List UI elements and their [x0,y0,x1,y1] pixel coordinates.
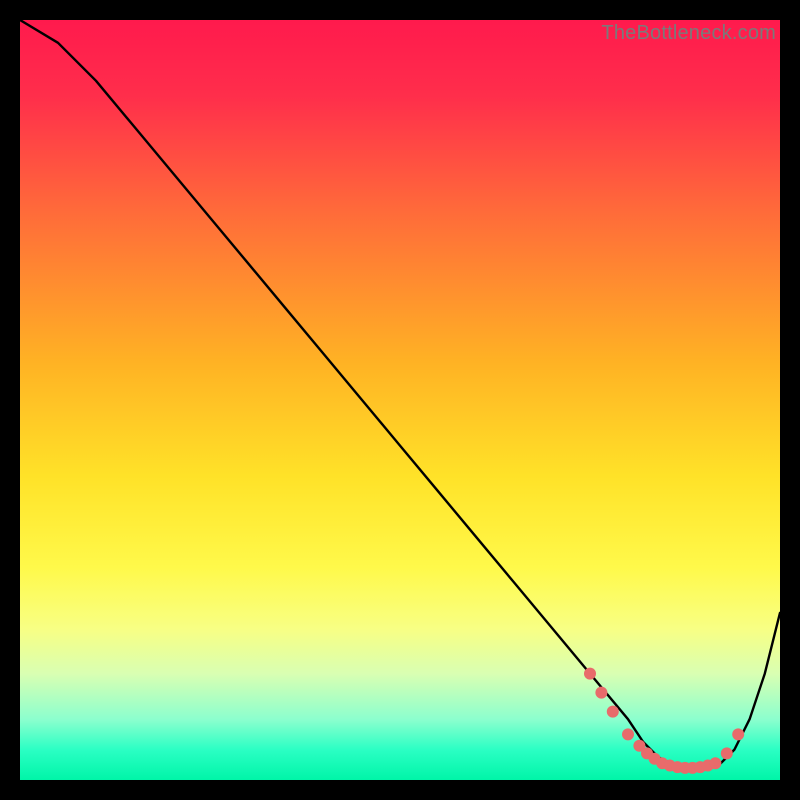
curve-marker [709,757,721,769]
chart-frame: TheBottleneck.com [20,20,780,780]
curve-marker [721,747,733,759]
gradient-bg [20,20,780,780]
curve-marker [595,687,607,699]
watermark-text: TheBottleneck.com [601,22,776,45]
plot-area [20,20,780,780]
curve-marker [584,668,596,680]
chart-svg [20,20,780,780]
curve-marker [732,728,744,740]
curve-marker [622,728,634,740]
curve-marker [607,706,619,718]
